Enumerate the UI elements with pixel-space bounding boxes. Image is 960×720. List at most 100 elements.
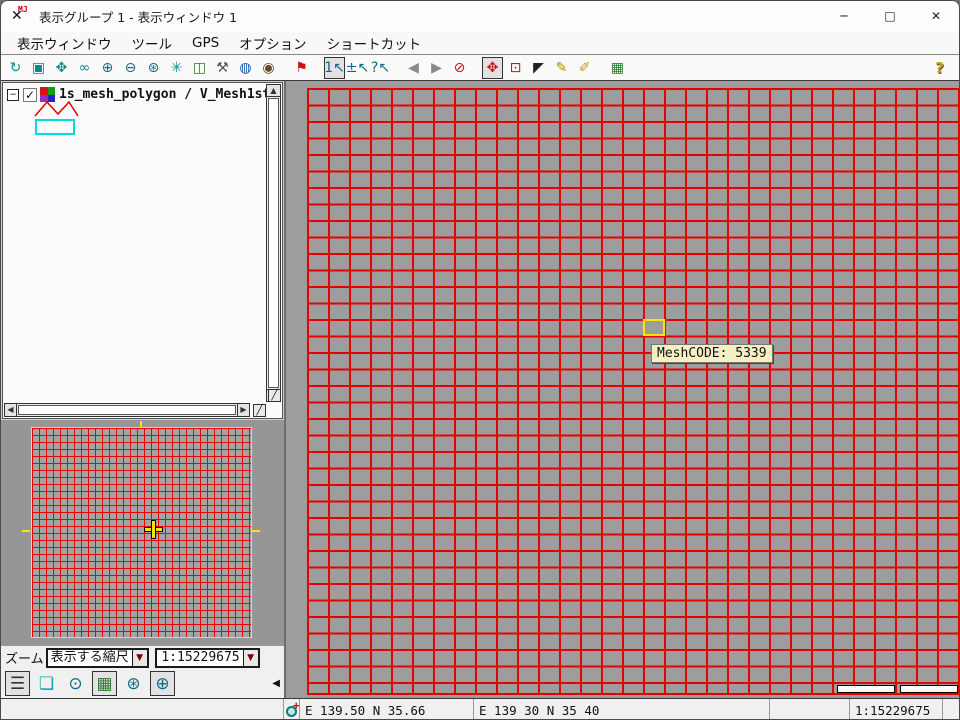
menu-options[interactable]: オプション [229, 31, 317, 55]
status-coord-dms: E 139 30 N 35 40 [474, 699, 770, 720]
main-toolbar: ↻ ▣ ✥ ∞ ⊕ ⊖ ⊛ ✳ ◫ ⚒ ◍ ◉ [1, 54, 959, 81]
content-area: − ✓ 1s_mesh_polygon / V_Mesh1st ▲ ▼ [1, 81, 959, 698]
back-icon: ◀ [408, 58, 419, 78]
map-tools-button[interactable]: ⚒ [212, 57, 233, 79]
status-scale: 1:15229675 [850, 699, 943, 720]
menu-gps[interactable]: GPS [182, 33, 229, 53]
sash-grip[interactable]: ╱ [253, 404, 266, 417]
measure-button[interactable]: ✐ [574, 57, 595, 79]
zoom-controls: ズーム 表示する縮尺 ▼ 1:15229675 ▼ [1, 645, 284, 669]
pan-button[interactable]: ✥ [51, 57, 72, 79]
sash-grip[interactable]: ╱ [268, 389, 281, 402]
menu-tools[interactable]: ツール [122, 31, 183, 55]
step-back-button[interactable]: ◀ [403, 57, 424, 79]
status-empty-middle [770, 699, 850, 720]
map-image-button[interactable]: ▦ [607, 57, 628, 79]
cancel-button[interactable]: ⊘ [449, 57, 470, 79]
scale-mode-value: 表示する縮尺 [48, 650, 132, 666]
overview-tick-left [22, 530, 30, 532]
select-one-button[interactable]: 1↖ [324, 57, 345, 79]
vertical-scroll-thumb[interactable] [268, 98, 279, 388]
tree-horizontal-scrollbar[interactable]: ◀ ▶ [4, 403, 250, 417]
mini-toolbar: ☰ ❏ ⊙ ▦ ⊛ ⊕ ◀ [1, 669, 284, 698]
window-controls: ─ □ ✕ [821, 1, 959, 31]
close-button[interactable]: ✕ [913, 1, 959, 31]
zoom-select-button[interactable]: ⊛ [143, 57, 164, 79]
map-viewport[interactable]: MeshCODE: 5339 [284, 81, 959, 698]
menu-bar: 表示ウィンドウ ツール GPS オプション ショートカット [1, 31, 959, 54]
meshcode-tooltip: MeshCODE: 5339 [651, 344, 773, 363]
refresh-icon: ↻ [10, 58, 22, 78]
refresh-view-button[interactable]: ↻ [5, 57, 26, 79]
app-icon: MJ ✕ [11, 6, 31, 26]
magnifier-button[interactable]: ⊙ [63, 671, 88, 696]
zoom-label: ズーム [5, 648, 44, 667]
layer-tree-panel[interactable]: − ✓ 1s_mesh_polygon / V_Mesh1st ▲ ▼ [2, 82, 283, 419]
previous-view-button[interactable]: ∞ [74, 57, 95, 79]
overview-map[interactable] [31, 427, 252, 638]
snapshot-button[interactable]: ◉ [258, 57, 279, 79]
horizontal-scroll-thumb[interactable] [18, 405, 236, 415]
zoom-center-button[interactable]: ⊕ [150, 671, 175, 696]
overview-tick-right [252, 530, 260, 532]
draw-button[interactable]: ✎ [551, 57, 572, 79]
full-extent-icon: ▣ [32, 58, 45, 78]
expand-toggle[interactable]: − [7, 89, 19, 101]
full-extent-button[interactable]: ▣ [28, 57, 49, 79]
select-toggle-button[interactable]: ±↖ [347, 57, 368, 79]
flag-icon: ⚑ [295, 58, 308, 78]
status-empty-right [943, 699, 959, 720]
shrink-arrows-icon: ✳ [171, 58, 183, 78]
legend-icon: ☰ [10, 674, 25, 694]
scroll-right-button[interactable]: ▶ [237, 404, 249, 416]
map-tools-icon: ⚒ [216, 58, 229, 78]
layers-button[interactable]: ❏ [34, 671, 59, 696]
cancel-icon: ⊘ [454, 58, 466, 78]
menu-display-window[interactable]: 表示ウィンドウ [7, 31, 122, 55]
scroll-up-button[interactable]: ▲ [267, 85, 280, 97]
maximize-button[interactable]: □ [867, 1, 913, 31]
scale-bar-segment [900, 685, 958, 693]
pointer-button[interactable]: ◤ [528, 57, 549, 79]
what-is-button[interactable]: ?↖ [370, 57, 391, 79]
web-map-button[interactable]: ◍ [235, 57, 256, 79]
title-bar[interactable]: MJ ✕ 表示グループ 1 - 表示ウィンドウ 1 ─ □ ✕ [1, 1, 959, 31]
layer-label[interactable]: 1s_mesh_polygon / V_Mesh1st [59, 87, 270, 102]
zoom-out-button[interactable]: ⊖ [120, 57, 141, 79]
map-shift-button[interactable]: ◫ [189, 57, 210, 79]
globe-icon: ◍ [239, 58, 251, 78]
panel-collapse-button[interactable]: ◀ [272, 678, 280, 689]
minimize-button[interactable]: ─ [821, 1, 867, 31]
scale-mode-select[interactable]: 表示する縮尺 ▼ [46, 648, 149, 668]
cursor-1-icon: 1↖ [324, 58, 345, 78]
overview-map-button[interactable]: ▦ [92, 671, 117, 696]
selected-mesh-cell [643, 319, 665, 336]
zoom-map-icon: ⊛ [126, 674, 140, 694]
pan-red-icon: ✥ [487, 58, 499, 78]
step-forward-button[interactable]: ▶ [426, 57, 447, 79]
map-image-icon: ▦ [611, 58, 624, 78]
legend-button[interactable]: ☰ [5, 671, 30, 696]
zoom-in-button[interactable]: ⊕ [97, 57, 118, 79]
status-coord-decimal: E 139.50 N 35.66 [300, 699, 474, 720]
menu-shortcuts[interactable]: ショートカット [317, 31, 432, 55]
help-button[interactable]: ? [929, 57, 950, 79]
add-flag-button[interactable]: ⚑ [291, 57, 312, 79]
scale-bar-segment [837, 685, 895, 693]
scale-value-dropdown-button[interactable]: ▼ [243, 650, 258, 666]
app-icon-x-mark: ✕ [11, 8, 23, 24]
scale-mode-dropdown-button[interactable]: ▼ [132, 650, 147, 666]
zoom-map-icon: ⊛ [148, 58, 160, 78]
zoom-out-icon: ⊖ [125, 58, 137, 78]
overview-panel [1, 420, 284, 645]
pan-tool-button[interactable]: ✥ [482, 57, 503, 79]
tree-vertical-scrollbar[interactable]: ▲ ▼ [266, 84, 281, 402]
mesh-grid[interactable] [307, 88, 959, 695]
help-icon: ? [935, 58, 944, 78]
locate-icon [286, 703, 298, 718]
scale-value-combo[interactable]: 1:15229675 ▼ [155, 648, 260, 668]
scroll-left-button[interactable]: ◀ [5, 404, 17, 416]
zoom-preview-button[interactable]: ⊛ [121, 671, 146, 696]
zoom-rect-button[interactable]: ⊡ [505, 57, 526, 79]
zoom-shrink-button[interactable]: ✳ [166, 57, 187, 79]
